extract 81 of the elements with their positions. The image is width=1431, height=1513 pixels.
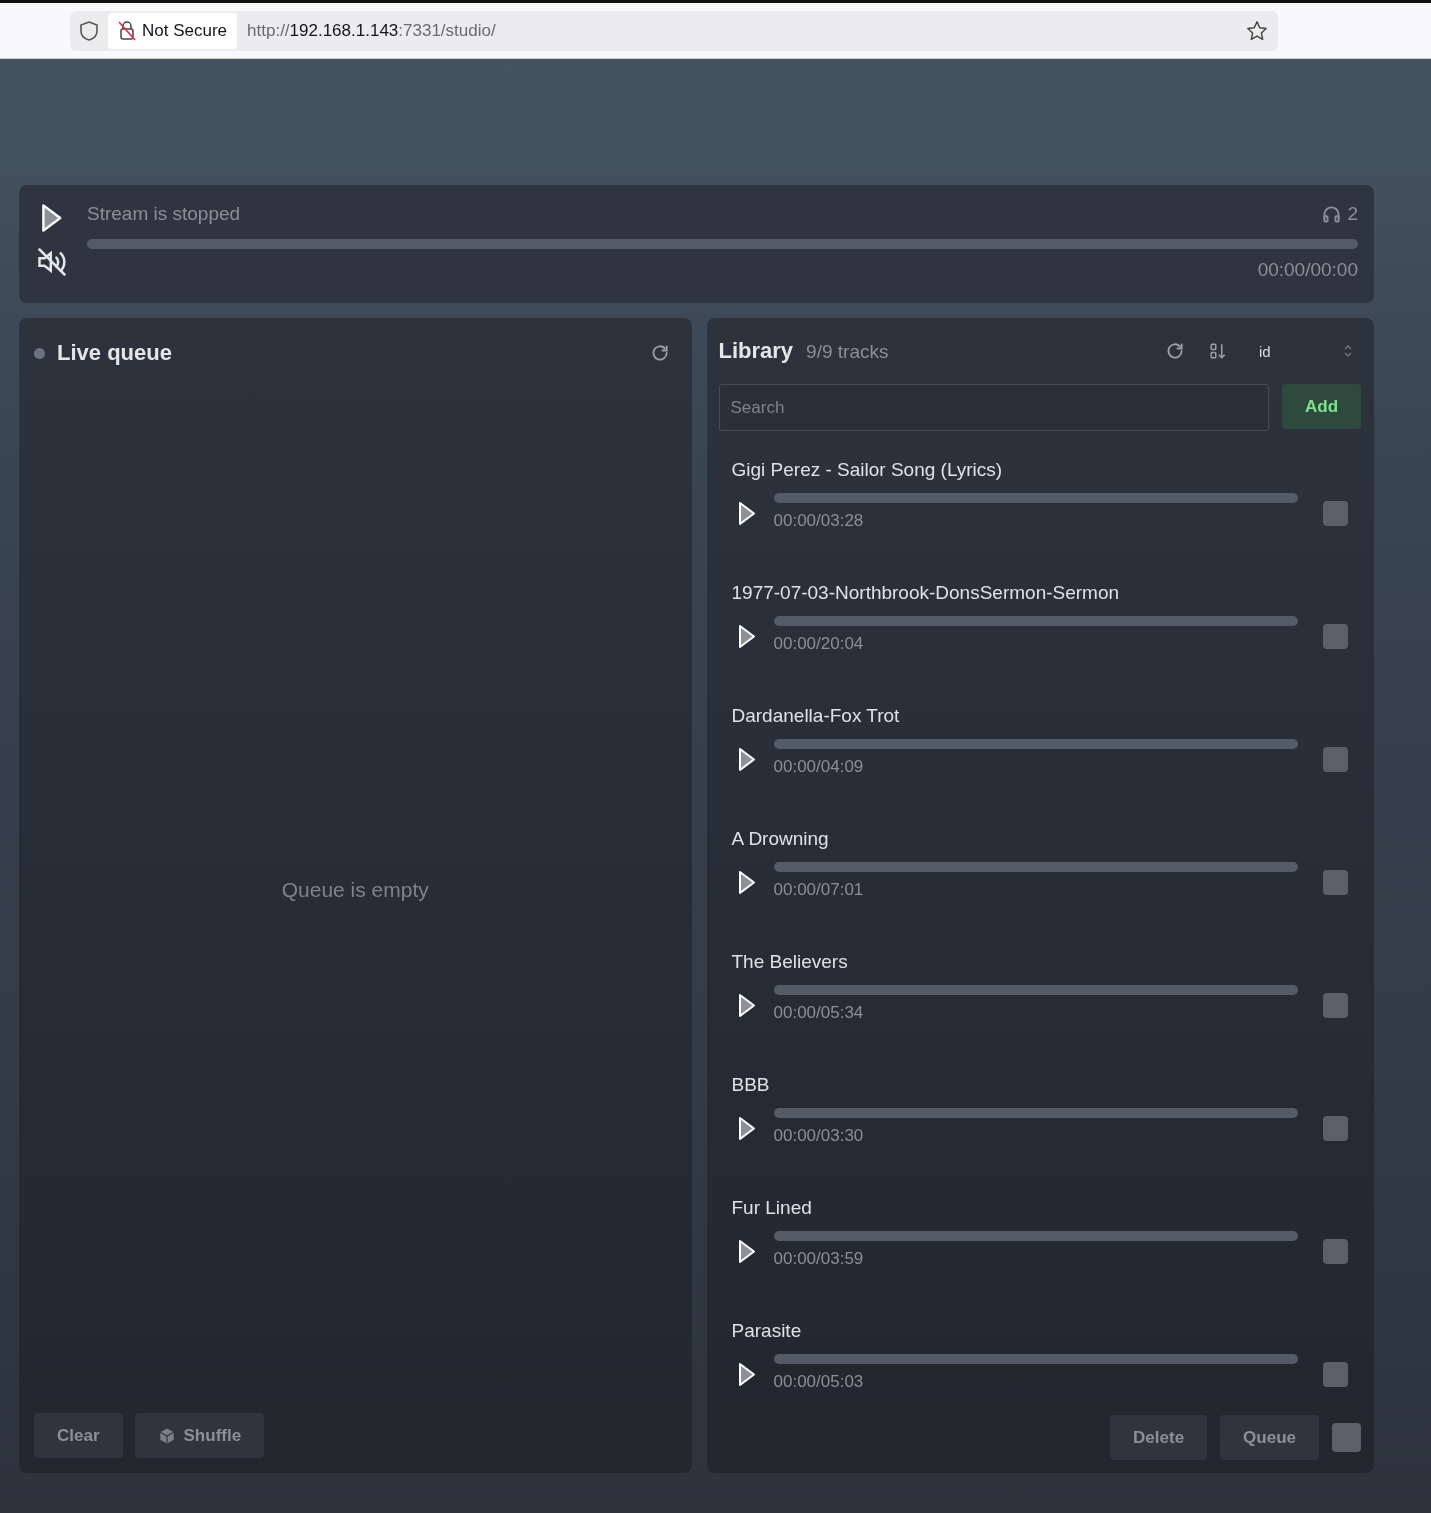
track-title: Parasite [731, 1320, 803, 1342]
checkbox[interactable] [1323, 1238, 1348, 1264]
track-time: 00:00/05:03 [773, 1372, 865, 1392]
play-icon [737, 1361, 756, 1387]
delete-button[interactable]: Delete [1110, 1415, 1208, 1460]
track-title: BBB [731, 1074, 771, 1096]
search-field[interactable]: Search [718, 384, 1269, 431]
track-progress-bar[interactable] [773, 1108, 1298, 1118]
track-time: 00:00/03:28 [773, 511, 865, 531]
play-icon [737, 869, 756, 895]
lock-crossed-icon [118, 20, 136, 41]
track-play-button[interactable] [737, 1361, 756, 1387]
track-time: 00:00/03:59 [773, 1249, 865, 1269]
checkbox[interactable] [1323, 1115, 1348, 1141]
refresh-button[interactable] [1165, 341, 1185, 361]
track-time: 00:00/07:01 [773, 880, 865, 900]
checkbox[interactable] [1323, 623, 1348, 649]
muted-speaker-icon[interactable] [37, 247, 67, 277]
track-play-button[interactable] [737, 623, 756, 649]
track-title: Fur Lined [731, 1197, 813, 1219]
headphones-icon [1322, 204, 1342, 224]
checkbox[interactable] [1323, 1361, 1348, 1387]
select-all-checkbox[interactable] [1332, 1423, 1361, 1452]
dice-icon [157, 1426, 176, 1445]
track-progress-bar[interactable] [773, 985, 1298, 995]
track-play-button[interactable] [737, 1238, 756, 1264]
url-text: http://192.168.1.143:7331/studio/ [247, 20, 497, 41]
track-time: 00:00/20:04 [773, 634, 865, 654]
track-play-button[interactable] [737, 869, 756, 895]
panel-title: Library [718, 338, 794, 364]
empty-queue-message: Queue is empty [281, 877, 429, 902]
play-icon [737, 746, 756, 772]
track-play-button[interactable] [737, 1115, 756, 1141]
track-time: 00:00/04:09 [773, 757, 865, 777]
play-icon [737, 1238, 756, 1264]
track-play-button[interactable] [737, 992, 756, 1018]
track-progress-bar[interactable] [773, 1231, 1298, 1241]
refresh-button[interactable] [649, 343, 670, 363]
play-icon [41, 203, 63, 233]
listener-count: 2 [1322, 203, 1358, 225]
track-title: 1977-07-03-Northbrook-DonsSermon-Sermon [731, 582, 1121, 604]
address-bar[interactable]: Not Secure http://192.168.1.143:7331/studio/ [70, 10, 1278, 51]
panel-title: Live queue [57, 340, 172, 366]
track-progress-bar[interactable] [773, 616, 1298, 626]
play-icon [737, 1115, 756, 1141]
refresh-icon [649, 343, 670, 363]
play-icon [737, 623, 756, 649]
add-button[interactable]: Add [1282, 384, 1361, 429]
play-button[interactable] [41, 203, 63, 233]
chevron-updown-icon [1343, 344, 1353, 358]
track-title: A Drowning [731, 828, 830, 850]
sort-icon [1209, 342, 1227, 360]
track-title: Dardanella-Fox Trot [731, 705, 901, 727]
track-progress-bar[interactable] [773, 739, 1298, 749]
track-time: 00:00/05:34 [773, 1003, 865, 1023]
track-play-button[interactable] [737, 500, 756, 526]
track-progress-bar[interactable] [773, 493, 1298, 503]
track-time: 00:00/03:30 [773, 1126, 865, 1146]
track-progress-bar[interactable] [773, 1354, 1298, 1364]
checkbox[interactable] [1323, 869, 1348, 895]
play-icon [737, 992, 756, 1018]
shield-icon [80, 20, 98, 41]
refresh-icon [1165, 341, 1185, 361]
checkbox[interactable] [1323, 992, 1348, 1018]
sort-select[interactable]: id [1251, 342, 1361, 360]
track-count: 9/9 tracks [806, 341, 889, 363]
track-title: The Believers [731, 951, 849, 973]
checkbox[interactable] [1323, 746, 1348, 772]
sort-direction-button[interactable] [1209, 342, 1227, 360]
clear-button[interactable]: Clear [34, 1413, 123, 1458]
security-badge[interactable]: Not Secure [108, 12, 238, 49]
shuffle-button[interactable]: Shuffle [134, 1413, 265, 1458]
track-title: Gigi Perez - Sailor Song (Lyrics) [731, 459, 1004, 481]
stream-status: Stream is stopped [87, 203, 241, 225]
checkbox[interactable] [1323, 500, 1348, 526]
play-icon [737, 500, 756, 526]
queue-button[interactable]: Queue [1220, 1415, 1319, 1460]
star-icon[interactable] [1246, 19, 1268, 42]
stream-time: 00:00/00:00 [1257, 259, 1358, 281]
track-progress-bar[interactable] [773, 862, 1298, 872]
track-play-button[interactable] [737, 746, 756, 772]
